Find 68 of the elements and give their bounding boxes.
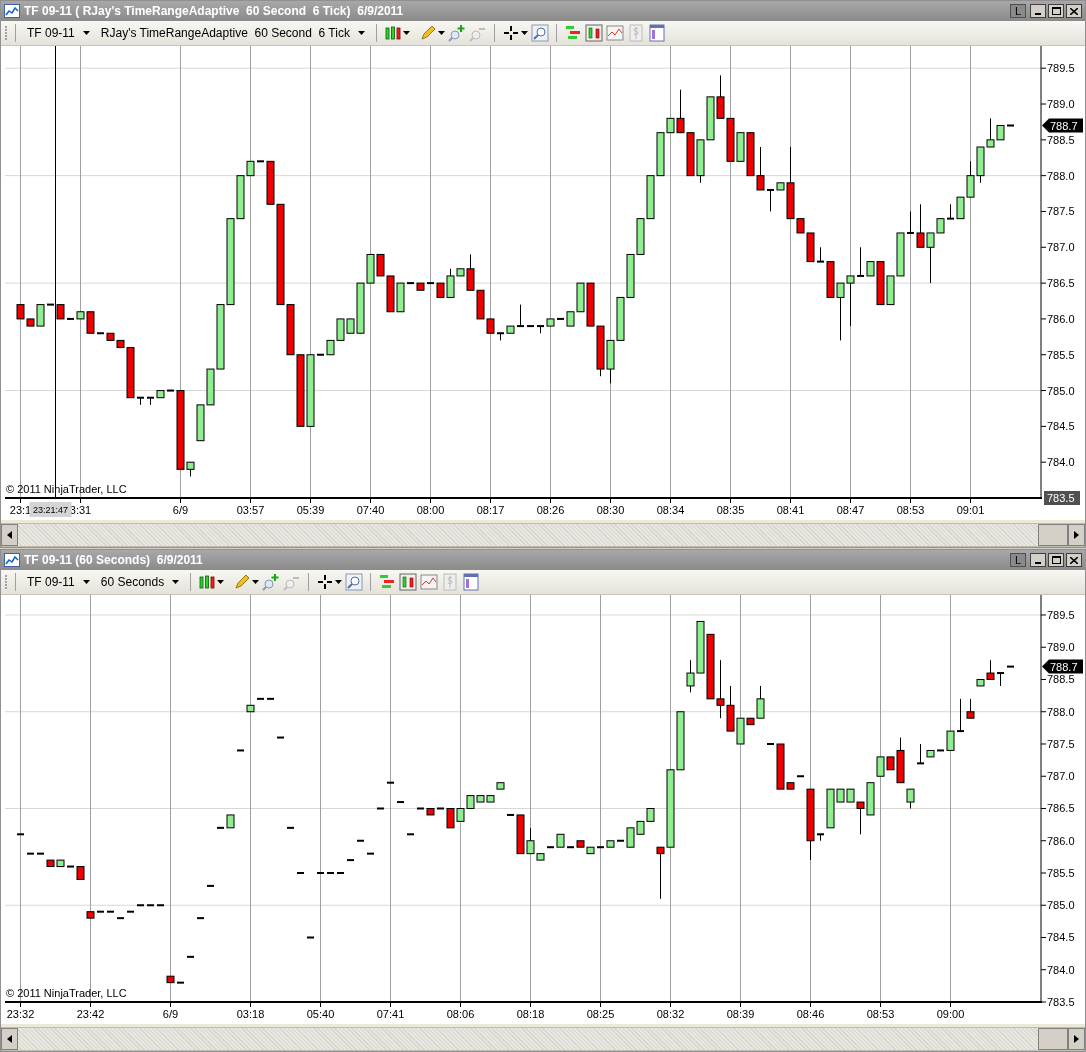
axis-label: 08:00 — [416, 504, 445, 516]
axis-label: 08:39 — [726, 1008, 755, 1020]
axis-label: 23:1 — [9, 504, 32, 516]
axis-label: 788.0 — [1047, 705, 1075, 718]
axis-label: 03:57 — [236, 504, 265, 516]
axis-label: 787.5 — [1047, 738, 1075, 750]
axis-label: 786.5 — [1047, 277, 1075, 290]
axis-label: 784.0 — [1047, 456, 1075, 469]
axis-label: 789.0 — [1047, 641, 1075, 654]
axis-label: 6/9 — [172, 504, 189, 516]
window-title: TF 09-11 ( RJay's TimeRangeAdaptive 60 Second 6 Tick) 6/9/2011 — [24, 3, 404, 20]
axis-label: 08:17 — [476, 504, 505, 516]
axis-label: 08:34 — [656, 504, 685, 516]
axis-label: 786.5 — [1047, 802, 1075, 815]
axis-label: 08:47 — [836, 504, 865, 516]
axis-label: 786.0 — [1047, 834, 1075, 847]
axis-label: 789.0 — [1047, 98, 1075, 110]
axis-label: 08:06 — [446, 1008, 475, 1020]
axis-label: 09:01 — [956, 504, 985, 516]
axis-label: 788.5 — [1047, 133, 1075, 146]
copyright-text: © 2011 NinjaTrader, LLC — [6, 987, 127, 999]
axis-marker: 783.5 — [1044, 491, 1080, 505]
axis-label: 07:40 — [356, 504, 385, 516]
axis-label: 08:18 — [516, 1008, 545, 1020]
period-dropdown[interactable]: 60 Seconds — [96, 573, 184, 591]
axis-label: 787.0 — [1047, 241, 1075, 254]
axis-label: 788.5 — [1047, 673, 1075, 686]
axis-label: 23:32 — [6, 1008, 35, 1020]
axis-label: 08:46 — [796, 1008, 825, 1020]
window-title: TF 09-11 (60 Seconds) 6/9/2011 — [24, 552, 203, 569]
axis-label: 783.5 — [1047, 996, 1075, 1008]
axis-label: 787.5 — [1047, 205, 1075, 218]
axis-label: 05:40 — [306, 1008, 335, 1020]
title-bar-button[interactable]: L — [1010, 4, 1026, 18]
axis-label: 787.0 — [1047, 770, 1075, 783]
crosshair-time-label: 23:21:47 — [29, 502, 72, 517]
axis-label: 785.5 — [1047, 348, 1075, 361]
axis-label: 08:35 — [716, 504, 745, 516]
axis-label: 09:00 — [936, 1008, 965, 1020]
axis-label: 785.5 — [1047, 867, 1075, 879]
axis-label: 08:30 — [596, 504, 625, 516]
axis-label: 03:18 — [236, 1008, 265, 1020]
price-marker: 788.7 — [1042, 118, 1083, 133]
axis-label: 788.0 — [1047, 169, 1075, 182]
period-dropdown[interactable]: RJay's TimeRangeAdaptive 60 Second 6 Tick — [96, 24, 369, 42]
instrument-dropdown[interactable]: TF 09-11 — [23, 24, 94, 42]
axis-label: 07:41 — [376, 1008, 405, 1020]
axis-label: 08:41 — [776, 504, 805, 516]
price-marker: 788.7 — [1042, 659, 1083, 674]
axis-label: 789.5 — [1047, 609, 1075, 621]
axis-label: 784.5 — [1047, 931, 1075, 944]
axis-label: 786.0 — [1047, 312, 1075, 325]
axis-label: 08:25 — [586, 1008, 615, 1020]
axis-label: 05:39 — [296, 504, 325, 516]
axis-label: 08:53 — [866, 1008, 895, 1020]
axis-label: 785.0 — [1047, 384, 1075, 397]
axis-label: 784.0 — [1047, 963, 1075, 976]
axis-label: 08:26 — [536, 504, 565, 516]
title-bar-button[interactable]: L — [1010, 553, 1026, 567]
axis-label: 23:42 — [76, 1008, 105, 1020]
axis-label: 784.5 — [1047, 420, 1075, 433]
axis-label: 789.5 — [1047, 62, 1075, 75]
axis-label: 08:53 — [896, 504, 925, 516]
axis-label: 6/9 — [162, 1008, 179, 1020]
instrument-dropdown[interactable]: TF 09-11 — [23, 573, 94, 591]
axis-label: 3:31 — [69, 504, 92, 516]
axis-label: 785.0 — [1047, 899, 1075, 912]
axis-label: 08:32 — [656, 1008, 685, 1020]
